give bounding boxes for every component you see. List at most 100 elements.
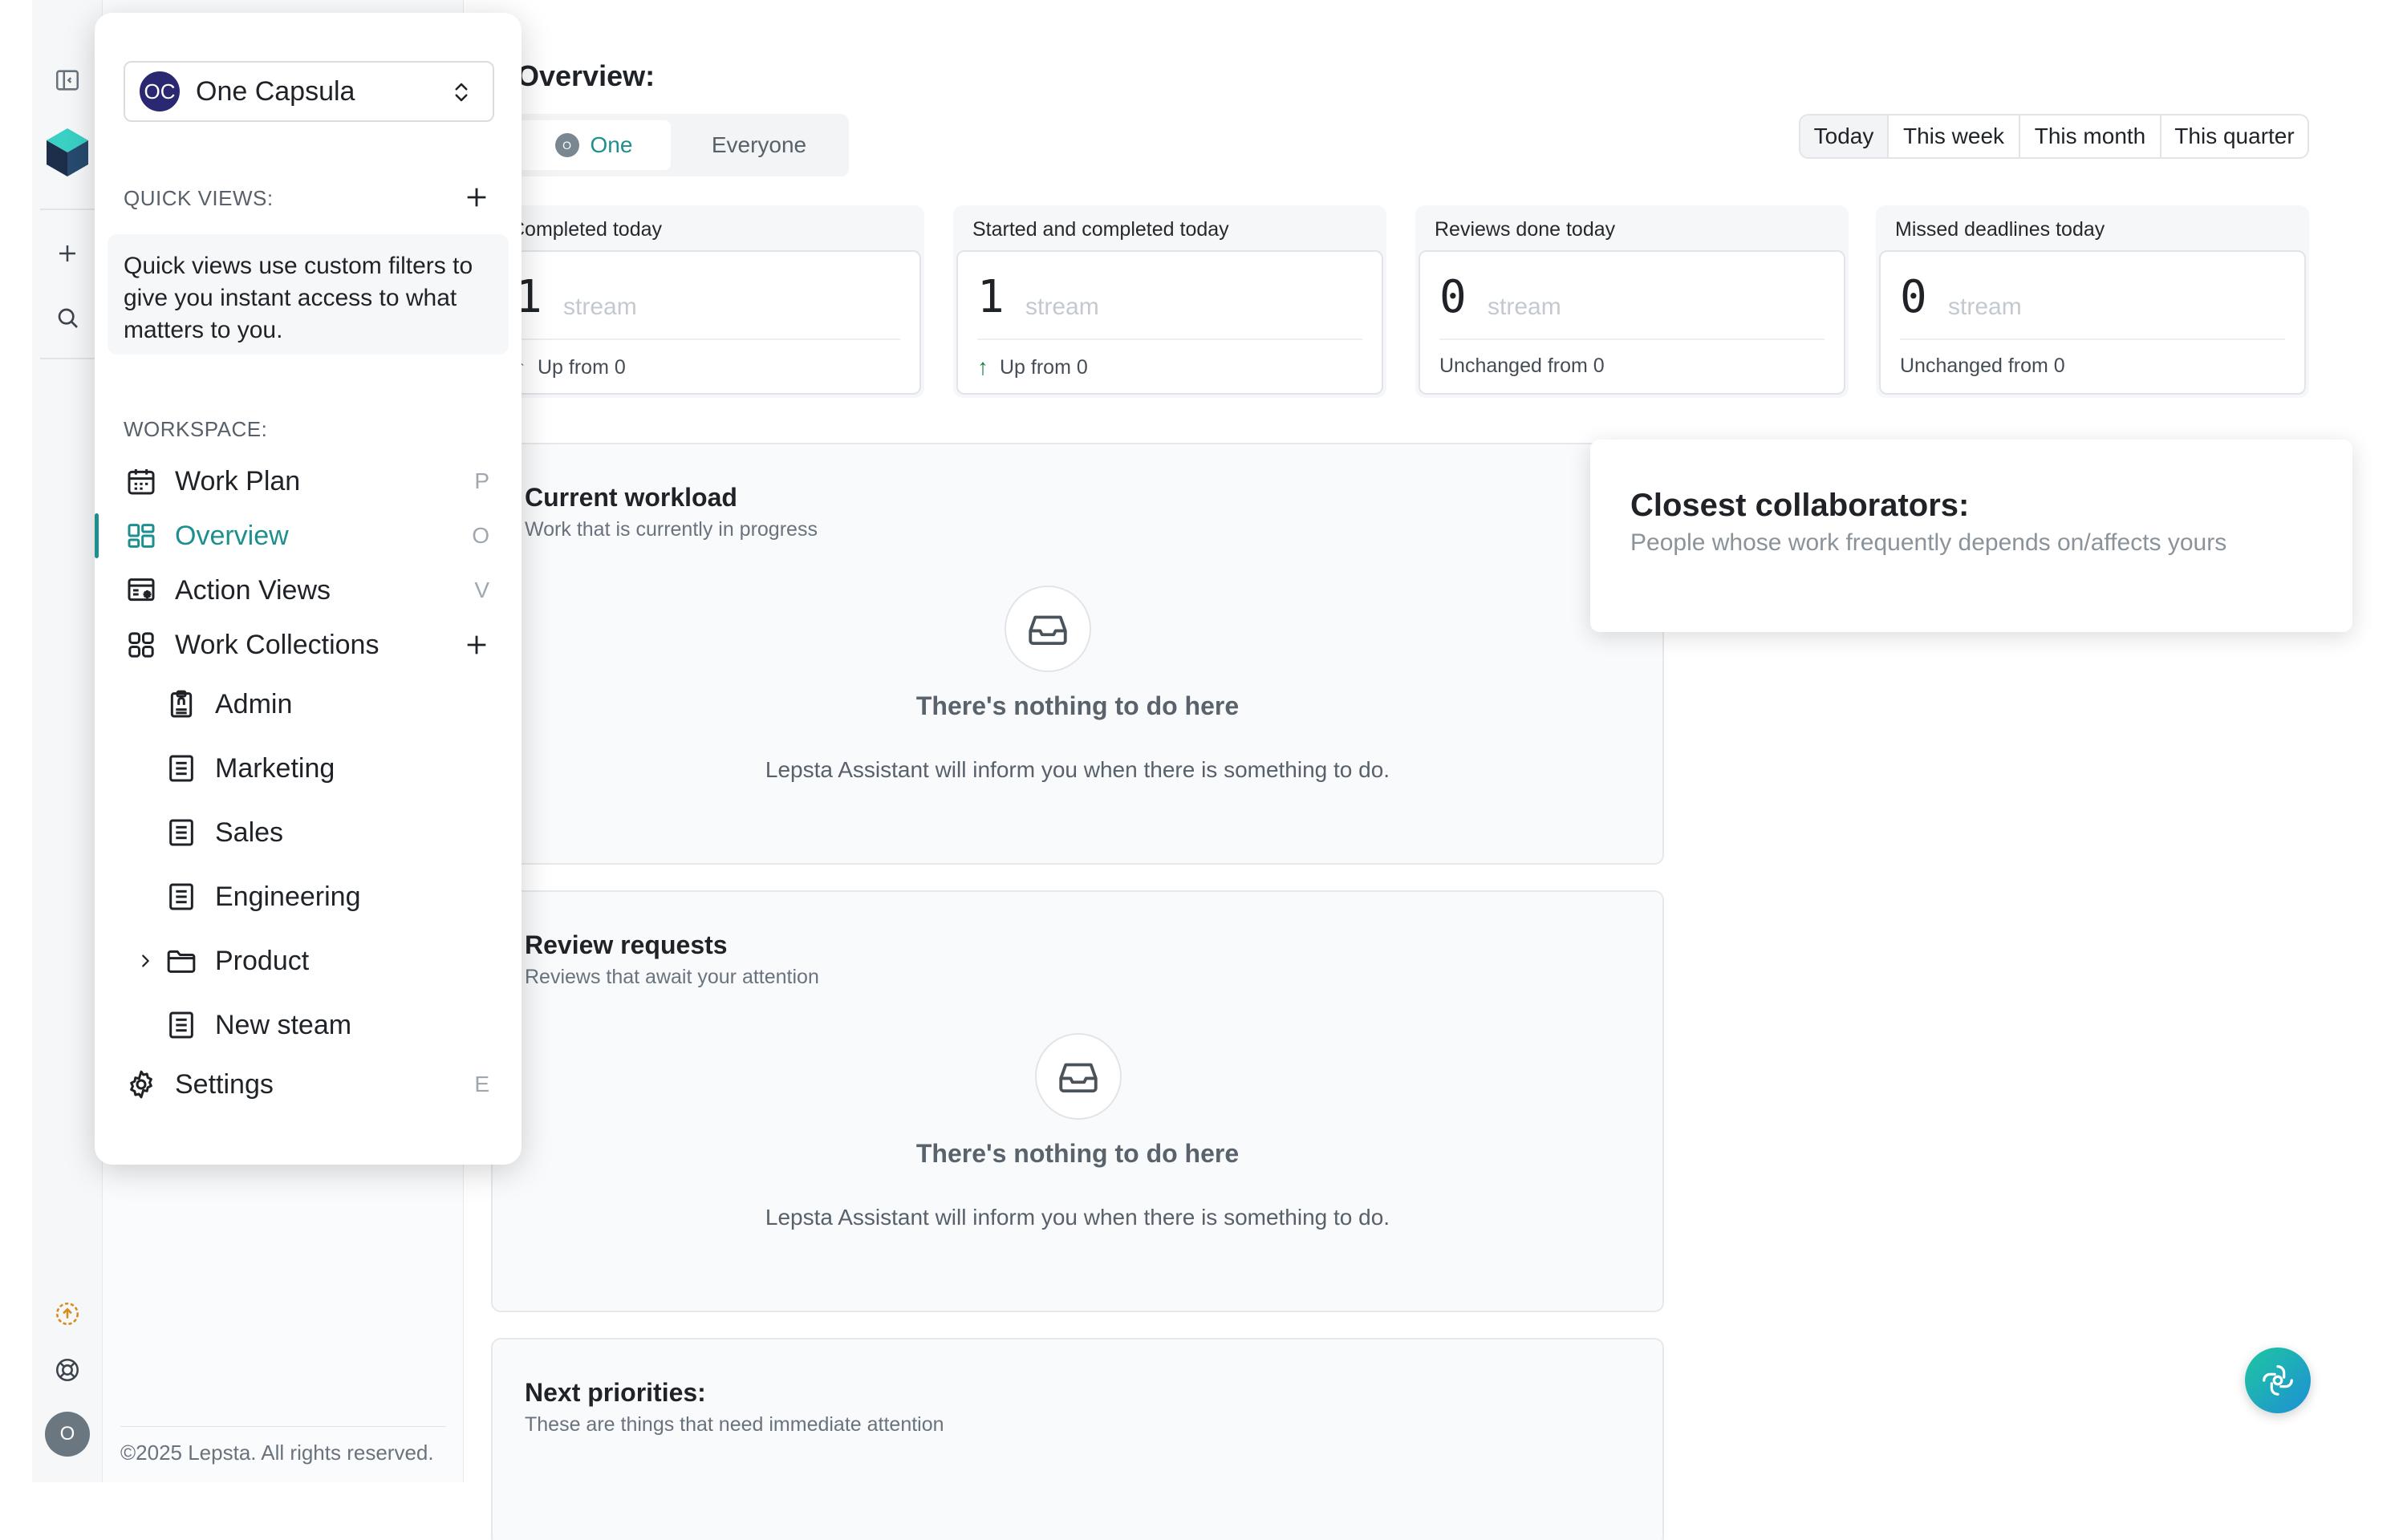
stat-divider bbox=[1439, 338, 1825, 340]
nav-item-label: Overview bbox=[175, 520, 289, 551]
scope-tab-label: One bbox=[590, 132, 633, 157]
lepsta-logo-icon bbox=[43, 127, 91, 178]
stat-change: Unchanged from 0 bbox=[1900, 355, 2065, 378]
chevron-up-down-icon bbox=[449, 79, 473, 106]
scope-tab-label: Everyone bbox=[711, 132, 807, 157]
period-today[interactable]: Today bbox=[1800, 116, 1889, 157]
stat-divider bbox=[977, 338, 1362, 340]
collection-item-label: Admin bbox=[215, 688, 293, 719]
workspace-label: WORKSPACE: bbox=[124, 417, 268, 441]
calendar-icon bbox=[124, 464, 159, 499]
review-requests-card: Review requests Reviews that await your … bbox=[491, 890, 1664, 1312]
toggle-sidebar-icon[interactable] bbox=[48, 61, 87, 99]
gear-icon bbox=[124, 1067, 159, 1102]
stat-title: Reviews done today bbox=[1435, 218, 1616, 241]
collection-item-sales[interactable]: Sales bbox=[164, 810, 485, 855]
help-icon[interactable] bbox=[48, 1351, 87, 1389]
document-icon bbox=[164, 815, 199, 850]
nav-item-work-plan[interactable]: Work Plan P bbox=[124, 459, 497, 504]
stat-change: ↑Up from 0 bbox=[977, 355, 1088, 380]
add-icon[interactable] bbox=[48, 234, 87, 273]
document-icon bbox=[164, 879, 199, 914]
stat-card-started-completed: Started and completed today 1 stream ↑ Up… bbox=[953, 205, 1386, 398]
stat-body: 1 stream ↑Up from 0 bbox=[956, 250, 1383, 395]
nav-item-label: Action Views bbox=[175, 574, 331, 606]
panel-title: Closest collaborators: bbox=[1630, 488, 1970, 523]
action-views-icon bbox=[124, 573, 159, 608]
user-avatar[interactable]: O bbox=[45, 1412, 90, 1457]
period-this-week[interactable]: This week bbox=[1889, 116, 2020, 157]
nav-item-action-views[interactable]: Action Views V bbox=[124, 568, 497, 613]
workspace-name: One Capsula bbox=[196, 75, 355, 107]
nav-item-label: Work Collections bbox=[175, 629, 380, 660]
stat-change: ↑Up from 0 bbox=[515, 355, 626, 380]
stat-title: Missed deadlines today bbox=[1895, 218, 2105, 241]
stat-divider bbox=[1900, 338, 2285, 340]
upgrade-icon[interactable] bbox=[48, 1295, 87, 1333]
scope-tab-everyone[interactable]: Everyone bbox=[679, 120, 839, 170]
chevron-right-icon[interactable] bbox=[133, 938, 157, 983]
scope-tab-one[interactable]: O One bbox=[517, 120, 671, 170]
stat-value: 0 bbox=[1900, 271, 1927, 323]
document-icon bbox=[164, 751, 199, 786]
stat-unit: stream bbox=[1025, 294, 1099, 320]
period-this-month[interactable]: This month bbox=[2020, 116, 2161, 157]
period-this-quarter[interactable]: This quarter bbox=[2161, 116, 2308, 157]
collection-item-label: New steam bbox=[215, 1009, 352, 1040]
workspace-popup: OC One Capsula QUICK VIEWS: Quick views … bbox=[95, 13, 522, 1165]
stat-change: Unchanged from 0 bbox=[1439, 355, 1605, 378]
stat-unit: stream bbox=[1488, 294, 1561, 320]
collection-item-marketing[interactable]: Marketing bbox=[164, 746, 485, 791]
active-indicator bbox=[95, 513, 99, 558]
add-quick-view-button[interactable] bbox=[459, 180, 494, 215]
assistant-button[interactable] bbox=[2245, 1348, 2311, 1413]
card-title: Review requests bbox=[525, 930, 728, 959]
rail-divider bbox=[40, 209, 95, 210]
page-title: Overview: bbox=[517, 59, 656, 92]
current-workload-card: Current workload Work that is currently … bbox=[491, 443, 1664, 865]
collection-item-admin[interactable]: Admin bbox=[164, 682, 485, 727]
stat-title: Started and completed today bbox=[972, 218, 1229, 241]
card-subtitle: These are things that need immediate att… bbox=[525, 1413, 944, 1436]
scope-switch: O One Everyone bbox=[510, 114, 849, 176]
quick-views-note: Quick views use custom filters to give y… bbox=[108, 234, 509, 355]
nav-item-settings[interactable]: Settings E bbox=[124, 1062, 497, 1107]
card-subtitle: Reviews that await your attention bbox=[525, 966, 819, 988]
stat-change-text: Unchanged from 0 bbox=[1900, 355, 2065, 377]
search-icon[interactable] bbox=[48, 298, 87, 337]
rail-divider bbox=[40, 358, 95, 359]
next-priorities-card: Next priorities: These are things that n… bbox=[491, 1338, 1664, 1540]
shortcut-hint: V bbox=[474, 578, 489, 602]
nav-item-overview[interactable]: Overview O bbox=[124, 513, 497, 558]
stat-value: 0 bbox=[1439, 271, 1467, 323]
stat-body: 1 stream ↑Up from 0 bbox=[494, 250, 921, 395]
collection-item-engineering[interactable]: Engineering bbox=[164, 874, 485, 919]
stat-body: 0 stream Unchanged from 0 bbox=[1419, 250, 1845, 395]
stat-body: 0 stream Unchanged from 0 bbox=[1879, 250, 2306, 395]
footer-divider bbox=[120, 1426, 446, 1427]
stat-unit: stream bbox=[563, 294, 637, 320]
shortcut-hint: O bbox=[472, 523, 489, 548]
card-title: Current workload bbox=[525, 483, 737, 512]
assistant-icon bbox=[2263, 1365, 2293, 1396]
folder-icon bbox=[164, 943, 199, 979]
icon-rail: O bbox=[32, 0, 103, 1482]
add-collection-button[interactable] bbox=[459, 627, 494, 663]
inbox-icon bbox=[1035, 1033, 1122, 1120]
card-title: Next priorities: bbox=[525, 1378, 706, 1407]
stat-unit: stream bbox=[1948, 294, 2022, 320]
stat-change-text: Up from 0 bbox=[1000, 355, 1088, 379]
shortcut-hint: P bbox=[474, 468, 489, 493]
nav-item-work-collections[interactable]: Work Collections bbox=[124, 622, 497, 667]
nav-item-label: Work Plan bbox=[175, 465, 301, 496]
footer-copyright: ©2025 Lepsta. All rights reserved. bbox=[120, 1441, 434, 1465]
period-selector: Today This week This month This quarter bbox=[1799, 114, 2309, 159]
shortcut-hint: E bbox=[474, 1072, 489, 1096]
card-subtitle: Work that is currently in progress bbox=[525, 518, 818, 541]
collection-item-product[interactable]: Product bbox=[164, 938, 485, 983]
stat-card-completed: Completed today 1 stream ↑Up from 0 bbox=[491, 205, 924, 398]
stat-card-missed-deadlines: Missed deadlines today 0 stream Unchange… bbox=[1876, 205, 2309, 398]
workspace-selector[interactable]: OC One Capsula bbox=[124, 61, 494, 122]
collection-item-new-steam[interactable]: New steam bbox=[164, 1003, 485, 1048]
stat-change-text: Up from 0 bbox=[538, 355, 626, 379]
